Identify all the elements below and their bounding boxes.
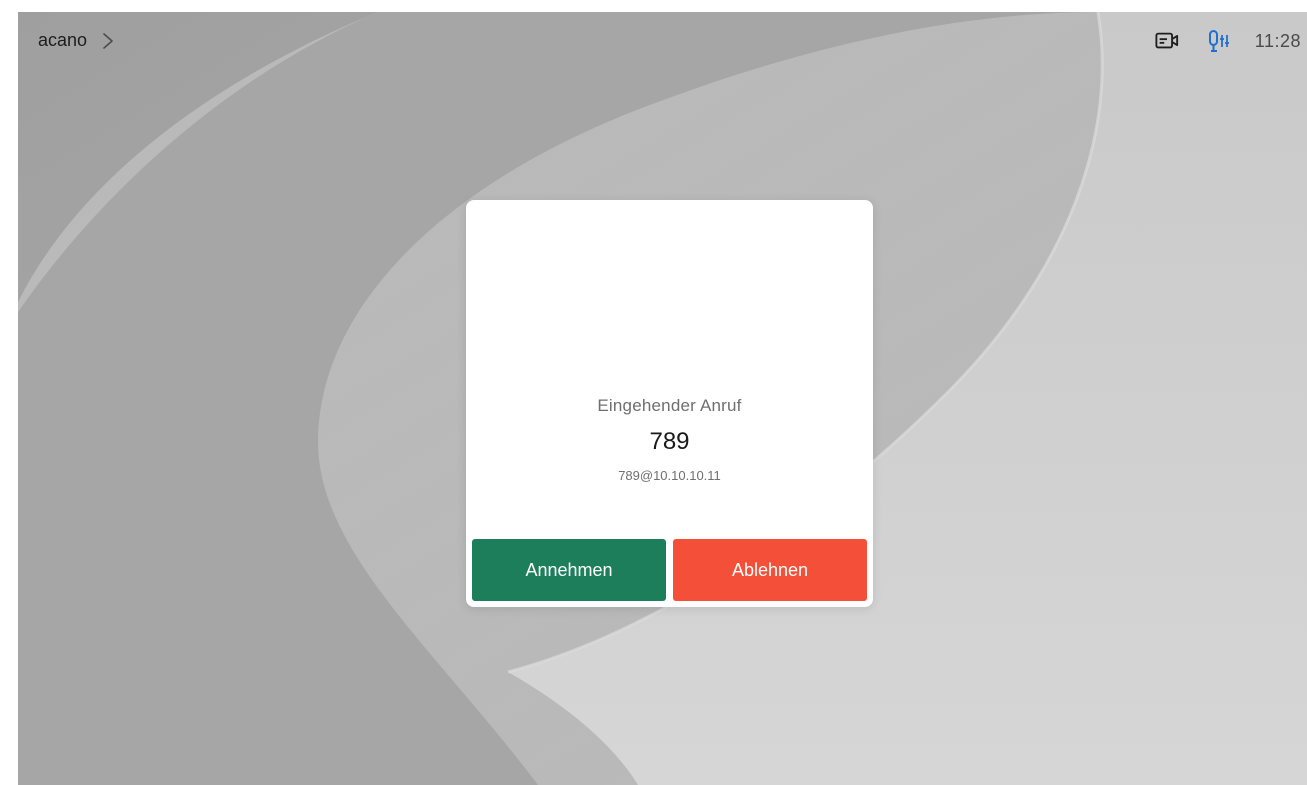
accept-call-button[interactable]: Annehmen <box>472 539 666 601</box>
breadcrumb[interactable]: acano <box>38 30 115 51</box>
clock: 11:28 <box>1254 30 1301 51</box>
top-bar: acano 11:28 <box>18 12 1307 72</box>
caller-info: Eingehender Anruf 789 789@10.10.10.11 <box>466 395 873 485</box>
caller-name: 789 <box>649 428 690 455</box>
caller-uri: 789@10.10.10.11 <box>618 468 721 483</box>
camera-icon[interactable] <box>1155 29 1179 53</box>
call-status-text: Eingehender Anruf <box>597 396 742 415</box>
incoming-call-dialog: Eingehender Anruf 789 789@10.10.10.11 An… <box>466 200 873 607</box>
decline-call-button[interactable]: Ablehnen <box>673 539 867 601</box>
call-actions: Annehmen Ablehnen <box>472 539 867 601</box>
status-area: 11:28 <box>1155 29 1301 53</box>
chevron-right-icon <box>103 32 113 49</box>
breadcrumb-label: acano <box>38 30 88 50</box>
video-screen: acano 11:28 Eingehender Anruf 789 789@10… <box>18 12 1307 785</box>
mic-settings-icon[interactable] <box>1207 29 1231 53</box>
